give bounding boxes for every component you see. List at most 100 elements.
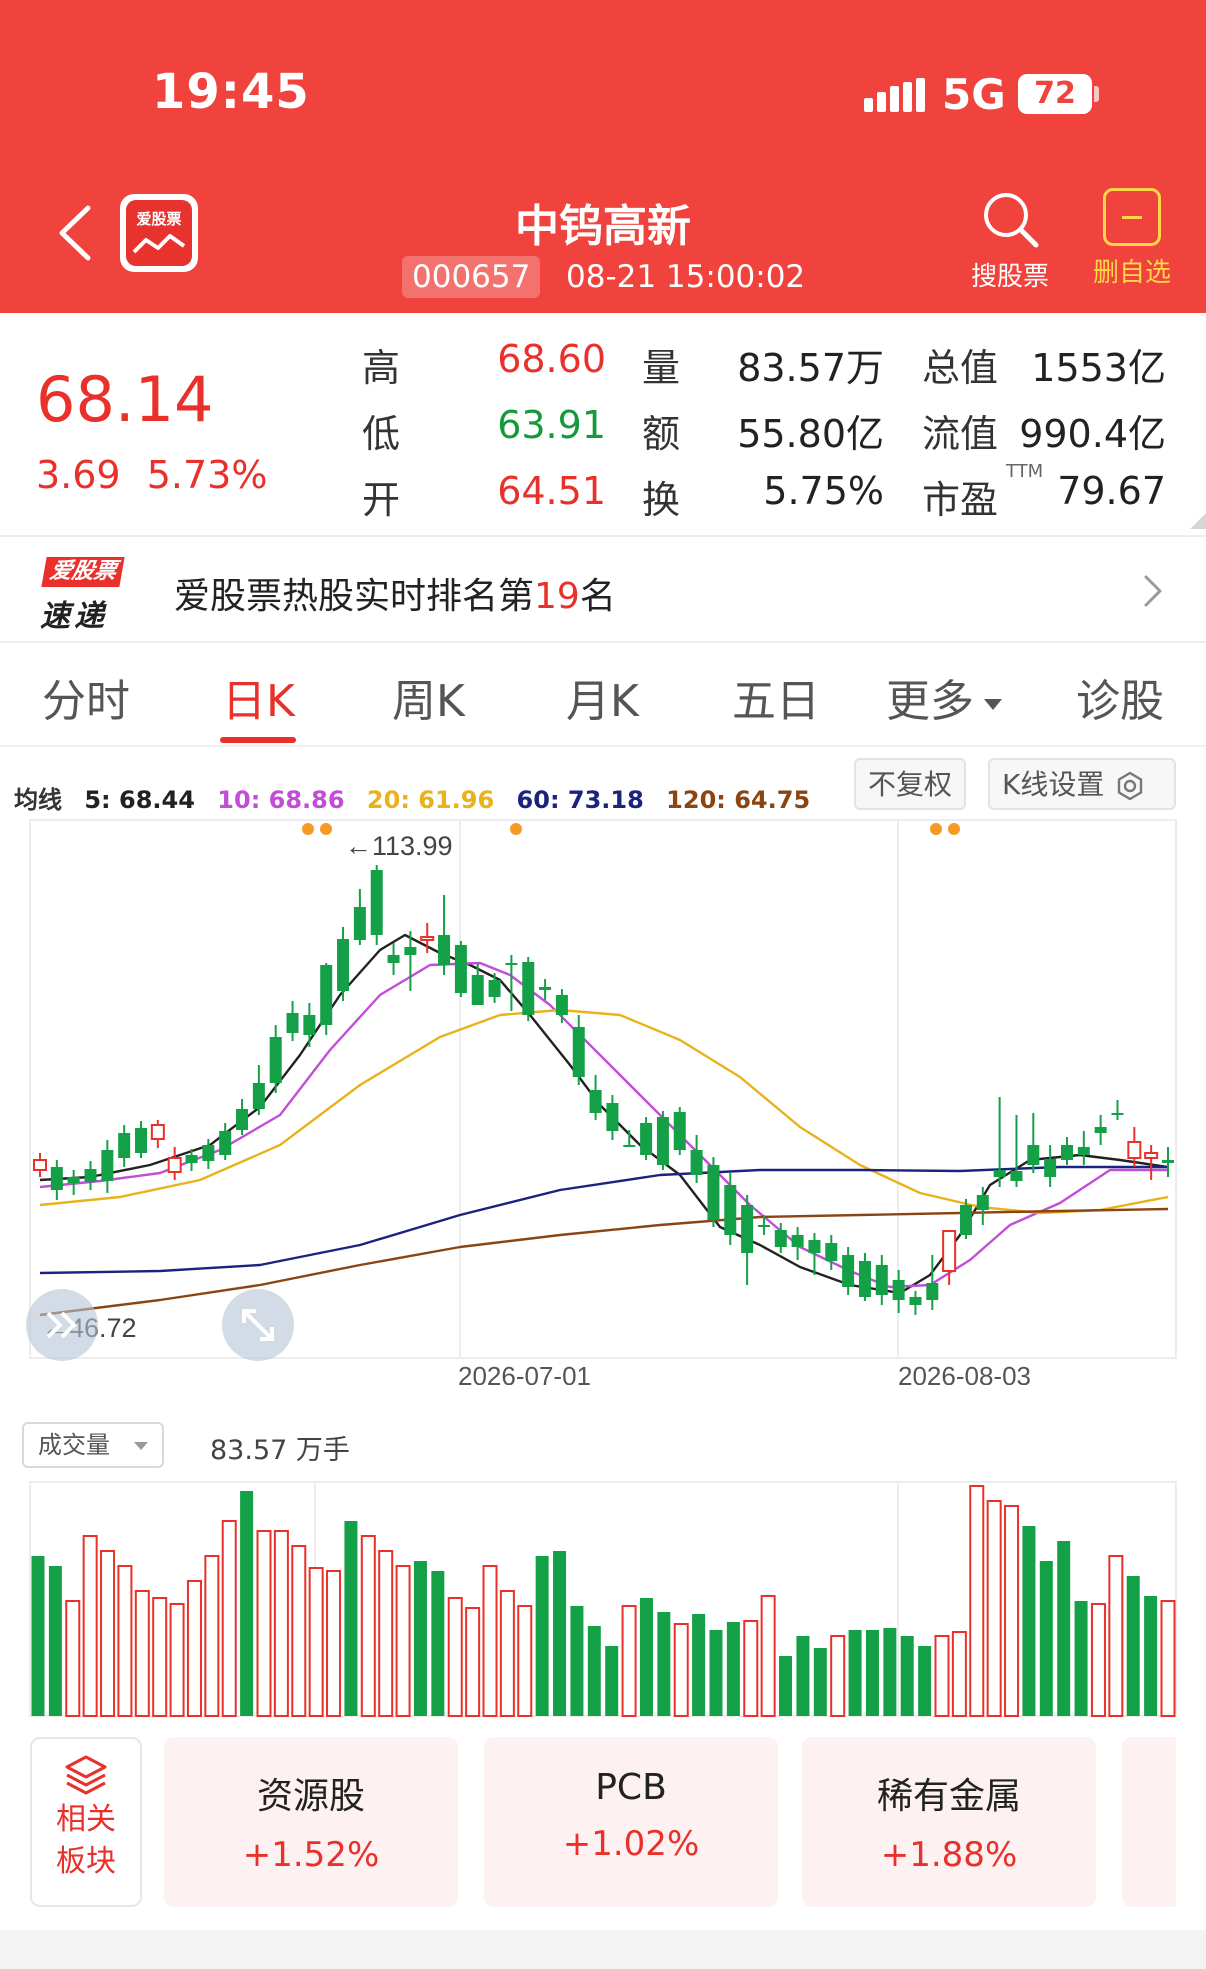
- value-high: 68.60: [497, 337, 606, 381]
- volume-bar: [169, 1603, 185, 1717]
- divider: [0, 745, 1206, 747]
- tab-intraday[interactable]: 分时: [42, 665, 130, 729]
- volume-bar: [378, 1550, 394, 1717]
- value-open: 64.51: [497, 469, 606, 513]
- sector-change: +1.88%: [880, 1835, 1018, 1875]
- volume-bar: [134, 1590, 150, 1717]
- volume-chart: [29, 1481, 1177, 1717]
- volume-bar: [1126, 1576, 1140, 1716]
- ma-120: 120: 64.75: [666, 786, 811, 814]
- event-dot: [510, 823, 522, 835]
- candle-body: [976, 1195, 989, 1210]
- related-sectors-button[interactable]: 相关 板块: [30, 1737, 142, 1907]
- volume-bar: [726, 1622, 740, 1716]
- candle-body: [993, 1170, 1006, 1177]
- candle-body: [673, 1112, 686, 1150]
- candle-body: [842, 1255, 855, 1287]
- volume-bar: [657, 1612, 671, 1716]
- kline-settings-label: K线设置: [1002, 768, 1105, 801]
- candle-body: [942, 1230, 957, 1272]
- volume-bar: [447, 1597, 463, 1717]
- candle-body: [84, 1169, 97, 1182]
- tab-five-day[interactable]: 五日: [732, 665, 820, 729]
- volume-bar: [605, 1646, 619, 1716]
- indicator-selector[interactable]: 成交量: [22, 1422, 164, 1468]
- label-high: 高: [362, 346, 401, 390]
- chevron-right-icon: [1144, 575, 1162, 607]
- status-time: 19:45: [152, 64, 310, 120]
- volume-bar: [1144, 1596, 1158, 1716]
- quote-timestamp: 08-21 15:00:02: [566, 259, 806, 295]
- sector-card[interactable]: PCB +1.02%: [484, 1737, 778, 1907]
- value-turnover: 5.75%: [763, 469, 884, 513]
- candle-body: [606, 1103, 619, 1131]
- candle-body: [286, 1013, 299, 1033]
- volume-bar: [639, 1598, 653, 1716]
- candle-body: [67, 1177, 80, 1183]
- sector-card-partial[interactable]: [1122, 1737, 1176, 1907]
- volume-bar: [360, 1535, 376, 1717]
- tab-weekly-k[interactable]: 周K: [392, 665, 465, 729]
- tab-diagnose[interactable]: 诊股: [1076, 665, 1164, 729]
- volume-bar: [308, 1567, 324, 1717]
- volume-bar: [31, 1556, 45, 1716]
- volume-bar: [186, 1580, 202, 1717]
- x-tick-label: 2026-07-01: [458, 1361, 591, 1385]
- stock-code: 000657: [402, 256, 541, 298]
- kline-settings-button[interactable]: K线设置: [988, 758, 1176, 810]
- label-total-value: 总值: [922, 346, 999, 390]
- tab-daily-k[interactable]: 日K: [222, 665, 295, 729]
- sector-change: +1.52%: [242, 1835, 380, 1875]
- tab-more[interactable]: 更多: [886, 665, 1002, 729]
- corner-indicator: [1190, 513, 1206, 529]
- ma-5: 5: 68.44: [84, 786, 195, 814]
- candle-body: [858, 1261, 871, 1297]
- candle-body: [640, 1123, 653, 1155]
- event-dot: [320, 823, 332, 835]
- volume-value: 83.57 万手: [210, 1435, 350, 1466]
- volume-bar: [204, 1555, 220, 1717]
- candle-body: [438, 935, 451, 965]
- quote-panel: 68.14 3.69 5.73% 高 68.60 量 83.57万 总值 155…: [0, 313, 1206, 535]
- scroll-left-button[interactable]: [26, 1289, 98, 1361]
- volume-bar: [934, 1635, 950, 1717]
- volume-bar: [743, 1620, 759, 1717]
- volume-bar: [900, 1636, 914, 1716]
- value-amount: 55.80亿: [737, 412, 884, 456]
- period-tabs: 分时 日K 周K 月K 五日 更多 诊股: [0, 645, 1206, 745]
- related-label-1: 相关: [56, 1802, 116, 1837]
- current-price: 68.14: [36, 363, 214, 436]
- tab-monthly-k[interactable]: 月K: [566, 665, 639, 729]
- event-dot: [302, 823, 314, 835]
- expand-icon[interactable]: [222, 1289, 294, 1361]
- candle-body: [707, 1165, 720, 1220]
- candle-body: [926, 1283, 939, 1300]
- sector-card[interactable]: 资源股 +1.52%: [164, 1737, 458, 1907]
- volume-bar: [570, 1606, 584, 1716]
- candle-body: [690, 1150, 703, 1175]
- volume-bar: [709, 1630, 723, 1716]
- candle-body: [236, 1109, 249, 1130]
- candle-body: [150, 1124, 165, 1140]
- value-total-value: 1553亿: [1031, 346, 1166, 390]
- value-low: 63.91: [497, 403, 606, 447]
- volume-bar: [951, 1631, 967, 1717]
- sector-card[interactable]: 稀有金属 +1.88%: [802, 1737, 1096, 1907]
- candle-body: [33, 1159, 47, 1171]
- volume-bar: [1160, 1600, 1176, 1717]
- price-adjust-button[interactable]: 不复权: [854, 758, 967, 810]
- volume-bar: [117, 1565, 133, 1717]
- hot-rank-banner[interactable]: 爱股票 速递 爱股票热股实时排名第19名: [0, 535, 1206, 643]
- candle-body: [623, 1145, 636, 1147]
- remove-favorite-button[interactable]: 删自选: [1082, 188, 1182, 296]
- candle-body: [757, 1225, 770, 1227]
- sector-change: +1.02%: [562, 1824, 700, 1864]
- search-stock-button[interactable]: 搜股票: [960, 188, 1060, 296]
- volume-bar: [535, 1556, 549, 1716]
- kline-chart[interactable]: ←113.99 ←46.72 2026-07-01 2026-08-03: [0, 815, 1206, 1385]
- volume-bar: [621, 1605, 637, 1717]
- bottom-bar: [0, 1930, 1206, 1969]
- volume-bar: [918, 1646, 932, 1716]
- candle-body: [825, 1243, 838, 1261]
- app-header: 19:45 5G 72 爱股票 中钨高新 000657 08-21 15:00:…: [0, 0, 1206, 313]
